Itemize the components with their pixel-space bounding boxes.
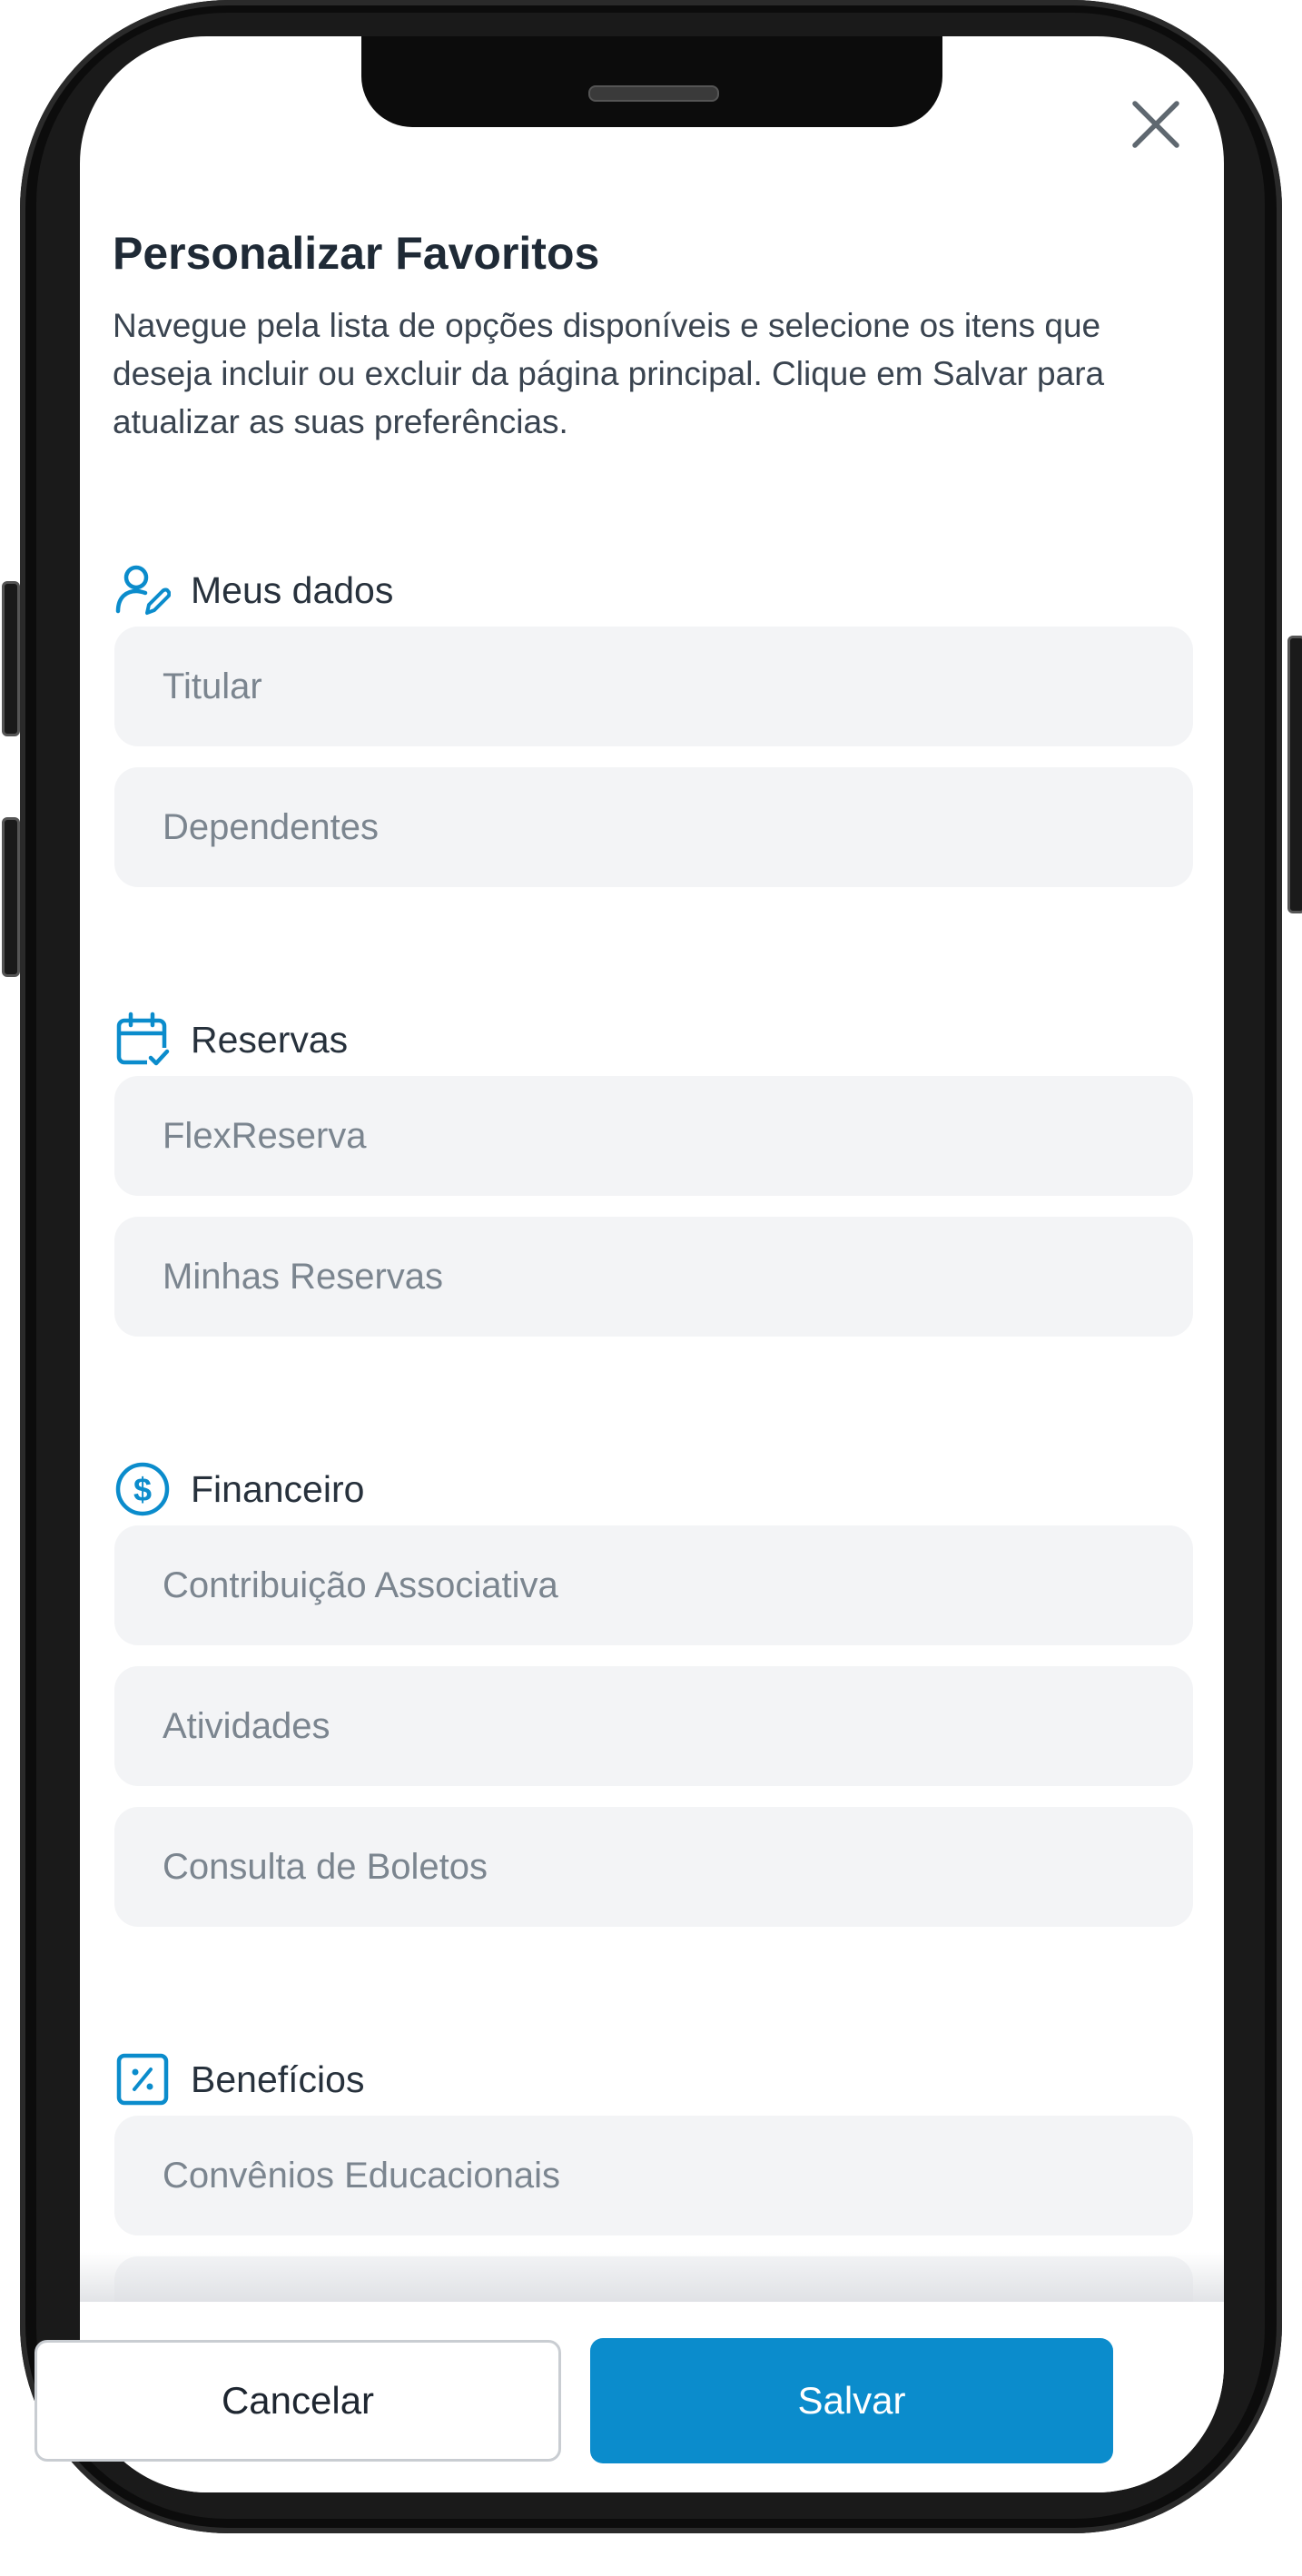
item-label: FlexReserva	[163, 1115, 367, 1156]
list-item-convenios-educacionais[interactable]: Convênios Educacionais	[114, 2116, 1193, 2235]
list-item-consulta-de-boletos[interactable]: Consulta de Boletos	[114, 1807, 1193, 1927]
section-financeiro: $ Financeiro	[113, 1457, 364, 1521]
calendar-check-icon	[113, 1010, 173, 1070]
percent-badge-icon	[113, 2049, 173, 2109]
section-meus-dados: Meus dados	[113, 558, 393, 622]
item-label: Atividades	[163, 1705, 330, 1746]
list-item-atividades[interactable]: Atividades	[114, 1666, 1193, 1786]
list-item-flexreserva[interactable]: FlexReserva	[114, 1076, 1193, 1196]
list-item-minhas-reservas[interactable]: Minhas Reservas	[114, 1217, 1193, 1337]
close-icon	[1132, 101, 1179, 148]
section-label: Benefícios	[191, 2058, 365, 2100]
item-label: Titular	[163, 666, 262, 706]
close-button[interactable]	[1122, 91, 1189, 158]
page-description: Navegue pela lista de opções disponíveis…	[113, 307, 1105, 440]
page-title: Personalizar Favoritos	[113, 228, 600, 279]
item-label: Consulta de Boletos	[163, 1846, 488, 1887]
volume-up-button	[2, 581, 20, 736]
item-label: Convênios Educacionais	[163, 2155, 561, 2196]
dollar-circle-icon: $	[113, 1459, 173, 1519]
item-label: Minhas Reservas	[163, 1256, 444, 1297]
item-label: Contribuição Associativa	[163, 1564, 558, 1605]
save-button[interactable]: Salvar	[590, 2338, 1113, 2463]
list-item-contribuicao-associativa[interactable]: Contribuição Associativa	[114, 1525, 1193, 1645]
volume-down-button	[2, 817, 20, 977]
user-edit-icon	[113, 560, 173, 620]
phone-notch	[361, 36, 942, 127]
section-beneficios: Benefícios	[113, 2048, 364, 2111]
speaker-grille	[588, 85, 719, 102]
list-item-titular[interactable]: Titular	[114, 627, 1193, 746]
cancel-button[interactable]: Cancelar	[35, 2340, 561, 2462]
item-label: Dependentes	[163, 806, 379, 847]
app-screen: Personalizar Favoritos Navegue pela list…	[80, 36, 1224, 2492]
section-label: Financeiro	[191, 1467, 365, 1510]
section-label: Reservas	[191, 1018, 349, 1061]
power-button	[1287, 636, 1302, 913]
section-reservas: Reservas	[113, 1008, 348, 1071]
svg-text:$: $	[133, 1471, 152, 1508]
scroll-fade	[80, 2252, 1224, 2306]
section-label: Meus dados	[191, 568, 394, 611]
list-item-dependentes[interactable]: Dependentes	[114, 767, 1193, 887]
